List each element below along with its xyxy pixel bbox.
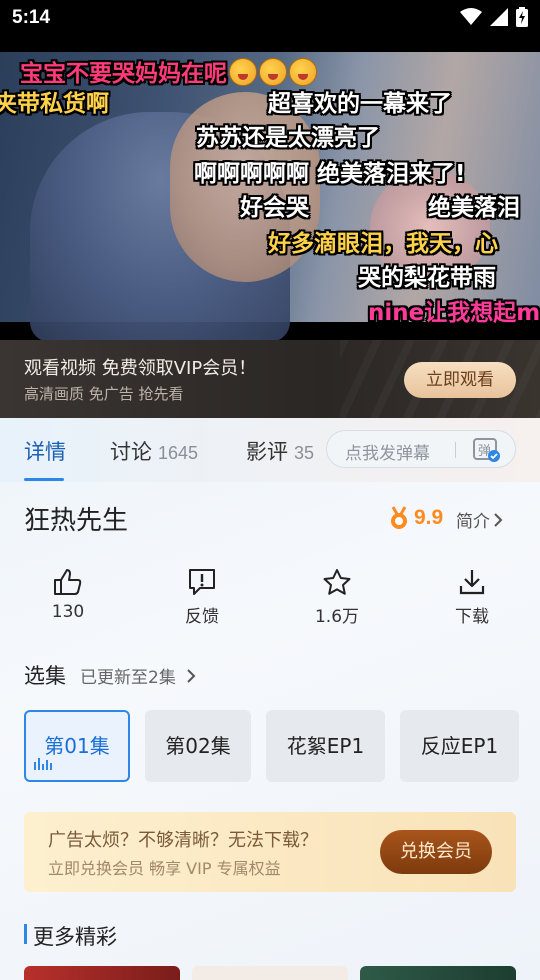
rating-value: 9.9 [414,506,444,529]
episode-label: 反应EP1 [420,734,499,758]
redeem-membership-button[interactable]: 兑换会员 [380,830,492,874]
battery-icon [516,7,528,27]
more-thumbnails [24,966,540,980]
star-icon [323,569,351,595]
tab-label: 详情 [24,440,66,464]
tab-label: 讨论 [110,440,152,464]
danmaku-comment: 宝宝不要哭妈妈在呢 [20,54,317,88]
status-time: 5:14 [12,7,51,28]
danmaku-comment: 啊啊啊啊啊 绝美落泪来了! [194,161,466,187]
crying-emoji-icon [259,58,287,86]
vip-banner-subtitle: 高清画质 免广告 抢先看 [24,385,184,403]
tab-bar: 详情 讨论 1645 影评 35 点我发弹幕 弹 [0,418,540,482]
show-title: 狂热先生 [24,506,129,536]
danmaku-icon[interactable]: 弹 [472,437,500,463]
tab-count: 1645 [158,443,199,463]
status-icons [460,7,528,27]
intro-label: 简介 [456,512,490,532]
danmaku-comment: 超喜欢的一幕来了 [268,91,452,117]
rating: 9.9 [388,506,443,530]
danmaku-comment: 绝美落泪 [428,195,520,221]
danmaku-input-placeholder: 点我发弹幕 [345,444,430,464]
tab-label: 影评 [246,440,288,464]
episode-item[interactable]: 第01集 [24,710,130,782]
wifi-icon [460,8,482,25]
crying-emoji-icon [229,58,257,86]
recommendation-thumbnail[interactable] [192,966,348,980]
danmaku-comment: 苏苏还是太漂亮了 [196,125,380,151]
chevron-right-icon [187,669,196,683]
status-bar: 5:14 [0,0,540,36]
favorite-count: 1.6万 [314,607,360,627]
danmaku-comment: 夹带私货啊 [0,91,109,117]
active-tab-indicator [24,478,64,481]
recommendation-thumbnail[interactable] [24,966,180,980]
playing-icon [34,758,52,770]
membership-promo[interactable]: 广告太烦？不够清晰？无法下载？ 立即兑换会员 畅享 VIP 专属权益 兑换会员 [24,812,516,892]
more-section-title: 更多精彩 [33,925,117,949]
danmaku-comment: nine让我想起m [368,300,540,326]
vip-banner[interactable]: 观看视频 免费领取VIP会员！ 高清画质 免广告 抢先看 立即观看 [0,340,540,418]
signal-icon [490,8,508,26]
danmaku-input[interactable]: 点我发弹幕 弹 [326,430,516,468]
promo-title: 广告太烦？不够清晰？无法下载？ [48,830,318,851]
crying-emoji-icon [289,58,317,86]
section-accent-bar [24,924,27,944]
episode-item[interactable]: 第02集 [145,710,251,782]
watch-now-button[interactable]: 立即观看 [404,362,516,398]
episode-label: 花絮EP1 [286,734,365,758]
action-row: 130 反馈 1.6万 下载 [0,568,540,628]
like-count: 130 [51,602,85,622]
vip-banner-title: 观看视频 免费领取VIP会员！ [24,358,257,379]
chevron-right-icon [494,512,503,532]
tab-details[interactable]: 详情 [24,436,66,466]
episode-item[interactable]: 花絮EP1 [266,710,385,782]
feedback-label: 反馈 [185,607,219,627]
divider [455,442,456,458]
episodes-update-link[interactable]: 已更新至2集 [80,663,196,688]
tab-count: 35 [294,443,315,463]
episode-list: 第01集 第02集 花絮EP1 反应EP1 [24,710,540,782]
download-icon [459,570,485,595]
video-player[interactable]: 宝宝不要哭妈妈在呢 夹带私货啊 超喜欢的一幕来了 苏苏还是太漂亮了 啊啊啊啊啊 … [0,36,540,340]
danmaku-comment: 哭的梨花带雨 [358,265,496,291]
episodes-title: 选集 [24,664,66,688]
feedback-button[interactable]: 反馈 [152,568,252,627]
download-button[interactable]: 下载 [422,568,522,627]
promo-subtitle: 立即兑换会员 畅享 VIP 专属权益 [48,859,281,878]
tab-discussion[interactable]: 讨论 1645 [110,436,198,466]
download-label: 下载 [455,607,489,627]
danmaku-comment: 好会哭 [240,195,309,221]
detail-content: 详情 讨论 1645 影评 35 点我发弹幕 弹 狂热先生 9.9 简介 130… [0,418,540,980]
episode-item[interactable]: 反应EP1 [400,710,519,782]
episode-label: 第02集 [165,734,231,758]
recommendation-thumbnail[interactable] [360,966,516,980]
favorite-button[interactable]: 1.6万 [287,568,387,627]
episodes-update-label: 已更新至2集 [80,668,176,688]
danmaku-comment: 好多滴眼泪，我天，心 [268,231,498,257]
episode-label: 第01集 [44,734,110,758]
intro-link[interactable]: 简介 [456,507,503,532]
like-button[interactable]: 130 [18,568,118,622]
tab-reviews[interactable]: 影评 35 [246,436,314,466]
medal-icon [391,506,407,529]
thumbs-up-icon [54,569,82,595]
feedback-icon [189,569,215,595]
